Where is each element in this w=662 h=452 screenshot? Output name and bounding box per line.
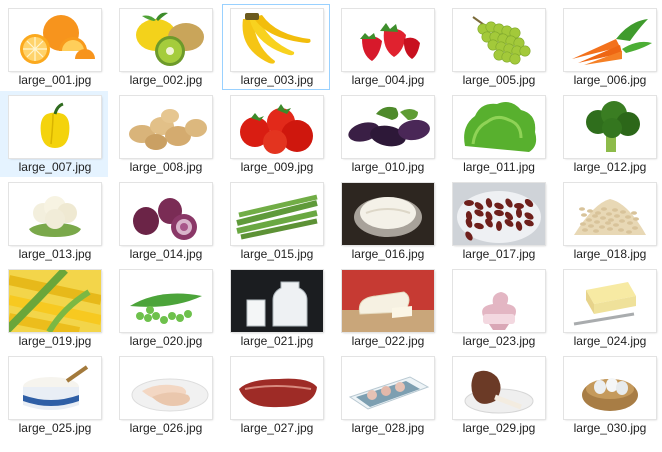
- file-name-label: large_012.jpg: [573, 160, 647, 174]
- file-tile[interactable]: large_022.jpg: [333, 265, 441, 351]
- file-name-label: large_023.jpg: [462, 334, 536, 348]
- lamb-shank-icon: [453, 357, 545, 419]
- file-name-label: large_011.jpg: [463, 160, 535, 174]
- tomatoes-icon: [231, 96, 323, 158]
- file-name-label: large_021.jpg: [240, 334, 314, 348]
- file-tile[interactable]: large_013.jpg: [0, 178, 108, 264]
- file-name-label: large_029.jpg: [462, 421, 536, 435]
- file-tile[interactable]: large_027.jpg: [222, 352, 330, 438]
- brie-cheese-icon: [342, 270, 434, 332]
- file-grid: large_001.jpg large_002.jpg large_003.jp…: [0, 0, 662, 452]
- broccoli-icon: [564, 96, 656, 158]
- file-tile[interactable]: large_009.jpg: [222, 91, 330, 177]
- yellow-pepper-icon: [9, 96, 101, 158]
- file-name-label: large_016.jpg: [351, 247, 425, 261]
- file-name-label: large_006.jpg: [573, 73, 647, 87]
- file-tile[interactable]: large_014.jpg: [111, 178, 219, 264]
- sliced-turkey-icon: [120, 357, 212, 419]
- red-onions-icon: [120, 183, 212, 245]
- orange-slices-icon: [9, 9, 101, 71]
- file-tile[interactable]: large_023.jpg: [444, 265, 552, 351]
- file-tile[interactable]: large_012.jpg: [555, 91, 662, 177]
- file-name-label: large_018.jpg: [573, 247, 647, 261]
- file-name-label: large_010.jpg: [351, 160, 425, 174]
- bananas-icon: [231, 9, 323, 71]
- shrimp-tray-icon: [342, 357, 434, 419]
- file-name-label: large_009.jpg: [240, 160, 314, 174]
- green-grapes-icon: [453, 9, 545, 71]
- file-tile[interactable]: large_006.jpg: [555, 4, 662, 90]
- file-tile[interactable]: large_025.jpg: [0, 352, 108, 438]
- file-tile[interactable]: large_011.jpg: [444, 91, 552, 177]
- file-tile[interactable]: large_026.jpg: [111, 352, 219, 438]
- peas-icon: [120, 270, 212, 332]
- file-tile[interactable]: large_019.jpg: [0, 265, 108, 351]
- file-name-label: large_020.jpg: [129, 334, 203, 348]
- rice-bowl-icon: [342, 183, 434, 245]
- lemon-kiwi-icon: [120, 9, 212, 71]
- file-tile[interactable]: large_020.jpg: [111, 265, 219, 351]
- file-tile[interactable]: large_001.jpg: [0, 4, 108, 90]
- file-name-label: large_019.jpg: [18, 334, 92, 348]
- beef-ribs-icon: [231, 357, 323, 419]
- lettuce-icon: [453, 96, 545, 158]
- frozen-yogurt-icon: [453, 270, 545, 332]
- file-name-label: large_024.jpg: [573, 334, 647, 348]
- file-name-label: large_001.jpg: [18, 73, 92, 87]
- file-tile[interactable]: large_004.jpg: [333, 4, 441, 90]
- file-tile[interactable]: large_002.jpg: [111, 4, 219, 90]
- file-tile[interactable]: large_018.jpg: [555, 178, 662, 264]
- file-tile[interactable]: large_024.jpg: [555, 265, 662, 351]
- file-tile[interactable]: large_017.jpg: [444, 178, 552, 264]
- file-name-label: large_013.jpg: [18, 247, 92, 261]
- file-name-label: large_017.jpg: [462, 247, 536, 261]
- file-name-label: large_004.jpg: [351, 73, 425, 87]
- file-name-label: large_014.jpg: [129, 247, 203, 261]
- corn-icon: [9, 270, 101, 332]
- file-name-label: large_015.jpg: [240, 247, 314, 261]
- file-name-label: large_007.jpg: [18, 160, 92, 174]
- file-tile[interactable]: large_007.jpg: [0, 91, 108, 177]
- egg-basket-icon: [564, 357, 656, 419]
- butter-icon: [564, 270, 656, 332]
- file-tile[interactable]: large_030.jpg: [555, 352, 662, 438]
- file-name-label: large_030.jpg: [573, 421, 647, 435]
- file-name-label: large_027.jpg: [240, 421, 314, 435]
- asparagus-icon: [231, 183, 323, 245]
- carrots-icon: [564, 9, 656, 71]
- kidney-beans-icon: [453, 183, 545, 245]
- file-tile[interactable]: large_008.jpg: [111, 91, 219, 177]
- file-name-label: large_026.jpg: [129, 421, 203, 435]
- file-tile[interactable]: large_021.jpg: [222, 265, 330, 351]
- cream-cheese-icon: [9, 357, 101, 419]
- file-tile[interactable]: large_003.jpg: [222, 4, 330, 90]
- milk-icon: [231, 270, 323, 332]
- file-name-label: large_028.jpg: [351, 421, 425, 435]
- file-name-label: large_025.jpg: [18, 421, 92, 435]
- file-tile[interactable]: large_010.jpg: [333, 91, 441, 177]
- file-tile[interactable]: large_028.jpg: [333, 352, 441, 438]
- file-tile[interactable]: large_005.jpg: [444, 4, 552, 90]
- file-tile[interactable]: large_029.jpg: [444, 352, 552, 438]
- file-name-label: large_005.jpg: [462, 73, 536, 87]
- oats-icon: [564, 183, 656, 245]
- file-tile[interactable]: large_015.jpg: [222, 178, 330, 264]
- cauliflower-icon: [9, 183, 101, 245]
- strawberries-icon: [342, 9, 434, 71]
- file-name-label: large_003.jpg: [240, 73, 314, 87]
- file-name-label: large_002.jpg: [129, 73, 203, 87]
- file-name-label: large_022.jpg: [351, 334, 425, 348]
- file-tile[interactable]: large_016.jpg: [333, 178, 441, 264]
- file-name-label: large_008.jpg: [129, 160, 203, 174]
- eggplants-icon: [342, 96, 434, 158]
- potatoes-icon: [120, 96, 212, 158]
